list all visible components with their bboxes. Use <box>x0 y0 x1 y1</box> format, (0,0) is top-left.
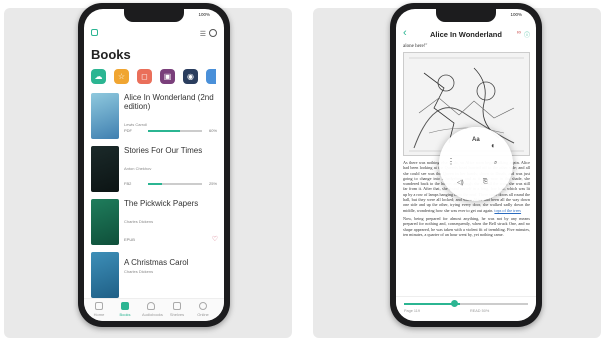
nav-label: Online <box>197 312 209 317</box>
battery-label: 100% <box>198 12 210 17</box>
nav-label: Books <box>119 312 131 317</box>
books-icon <box>121 302 129 310</box>
book-author: Charles Dickens <box>124 269 154 274</box>
home-icon <box>95 302 103 310</box>
phone-reader: 9:41 AM 100% ‹ Alice In Wonderland ∞ ⓘ a… <box>390 3 542 327</box>
nav-label: Shelves <box>169 312 185 317</box>
book-author: Anton Chekhov <box>124 166 152 171</box>
read-label: READ 50% <box>470 309 490 313</box>
slider-knob[interactable] <box>450 300 458 307</box>
book-title: Alice In Wonderland (2nd edition) <box>124 93 214 111</box>
book-title: Stories For Our Times <box>124 146 203 155</box>
phone-notch <box>436 9 496 22</box>
bottom-nav: Home Books Audiobooks Shelves Online <box>84 298 224 321</box>
phone-library: 9:41 AM 100% ☰ Books ☁ ☆ ◻ ▣ ◉ Alice In … <box>78 3 230 327</box>
bookmark-icon[interactable]: ⎘ <box>483 179 488 186</box>
book-icon[interactable]: ▣ <box>160 69 175 84</box>
book-author: Lewis Carroll <box>124 122 148 127</box>
category-row: ☁ ☆ ◻ ▣ ◉ <box>91 69 224 87</box>
nav-audiobooks[interactable]: Audiobooks <box>142 302 163 317</box>
glasses-icon[interactable]: ∞ <box>517 30 521 36</box>
nav-books[interactable]: Books <box>116 302 134 317</box>
more-icon[interactable] <box>206 69 216 84</box>
info-icon[interactable]: ⓘ <box>524 30 530 39</box>
reader-header: ‹ Alice In Wonderland ∞ ⓘ <box>396 27 536 42</box>
book-title: A Christmas Carol <box>124 258 189 267</box>
page-title: Books <box>91 47 131 62</box>
book-cover <box>91 146 119 192</box>
font-size-button[interactable]: Aa <box>472 137 480 143</box>
nav-shelves[interactable]: Shelves <box>168 302 186 317</box>
book-cover <box>91 199 119 245</box>
nav-online[interactable]: Online <box>194 302 212 317</box>
paragraph: Now, being prepared for almost anything,… <box>403 215 530 237</box>
library-screen: 9:41 AM 100% ☰ Books ☁ ☆ ◻ ▣ ◉ Alice In … <box>84 9 224 321</box>
heart-icon[interactable]: ♡ <box>212 235 218 243</box>
brightness-icon[interactable]: ◐ <box>491 141 496 150</box>
star-icon[interactable]: ☆ <box>114 69 129 84</box>
book-meta: PDF 60% <box>124 128 224 133</box>
progress-percent: 25% <box>209 181 218 186</box>
nav-label: Home <box>93 312 105 317</box>
more-vertical-icon[interactable]: ⋮ <box>447 157 455 166</box>
battery-label: 100% <box>510 12 522 17</box>
shelf-icon <box>173 302 181 310</box>
book-cover <box>91 252 119 298</box>
headphones-icon <box>147 302 155 310</box>
reader-screen: 9:41 AM 100% ‹ Alice In Wonderland ∞ ⓘ a… <box>396 9 536 321</box>
reader-progress-bar: Page 119 READ 50% <box>396 296 536 321</box>
list-item[interactable]: The Pickwick Papers Charles Dickens EPUB… <box>91 199 220 251</box>
book-title: Alice In Wonderland <box>430 30 502 39</box>
list-item[interactable]: Stories For Our Times Anton Chekhov FB2 … <box>91 146 220 198</box>
radial-menu[interactable]: Aa ◐ ⋮ ⌕ ◁) ⎘ <box>439 127 513 201</box>
format-label: FB2 <box>124 181 132 186</box>
text-line: alone here!" <box>403 44 428 49</box>
grid-view-icon[interactable] <box>91 29 98 36</box>
globe-icon[interactable]: ◉ <box>183 69 198 84</box>
book-title: The Pickwick Papers <box>124 199 199 208</box>
reading-area[interactable]: alone here!" As there was nothing else t… <box>403 44 530 295</box>
speaker-icon[interactable]: ◁) <box>457 179 464 186</box>
book-cover <box>91 93 119 139</box>
nav-home[interactable]: Home <box>90 302 108 317</box>
page-label: Page 119 <box>404 309 420 313</box>
book-meta: FB2 25% <box>124 181 224 186</box>
nav-label: Audiobooks <box>142 312 163 317</box>
phone-notch <box>124 9 184 22</box>
search-icon[interactable]: ⌕ <box>494 160 497 167</box>
progress-bar <box>148 130 202 132</box>
gift-icon[interactable]: ◻ <box>137 69 152 84</box>
compass-icon <box>199 302 207 310</box>
highlighted-link[interactable]: tops of the trees <box>494 208 521 213</box>
list-item[interactable]: Alice In Wonderland (2nd edition) Lewis … <box>91 93 220 145</box>
sort-icon[interactable]: ☰ <box>200 30 206 38</box>
search-icon[interactable] <box>209 29 217 37</box>
cloud-icon[interactable]: ☁ <box>91 69 106 84</box>
book-meta: EPUB <box>124 237 224 242</box>
progress-slider[interactable] <box>404 303 528 305</box>
book-author: Charles Dickens <box>124 219 154 224</box>
format-label: EPUB <box>124 237 135 242</box>
list-item[interactable]: A Christmas Carol Charles Dickens <box>91 252 220 304</box>
format-label: PDF <box>124 128 132 133</box>
progress-bar <box>148 183 202 185</box>
progress-percent: 60% <box>209 128 218 133</box>
